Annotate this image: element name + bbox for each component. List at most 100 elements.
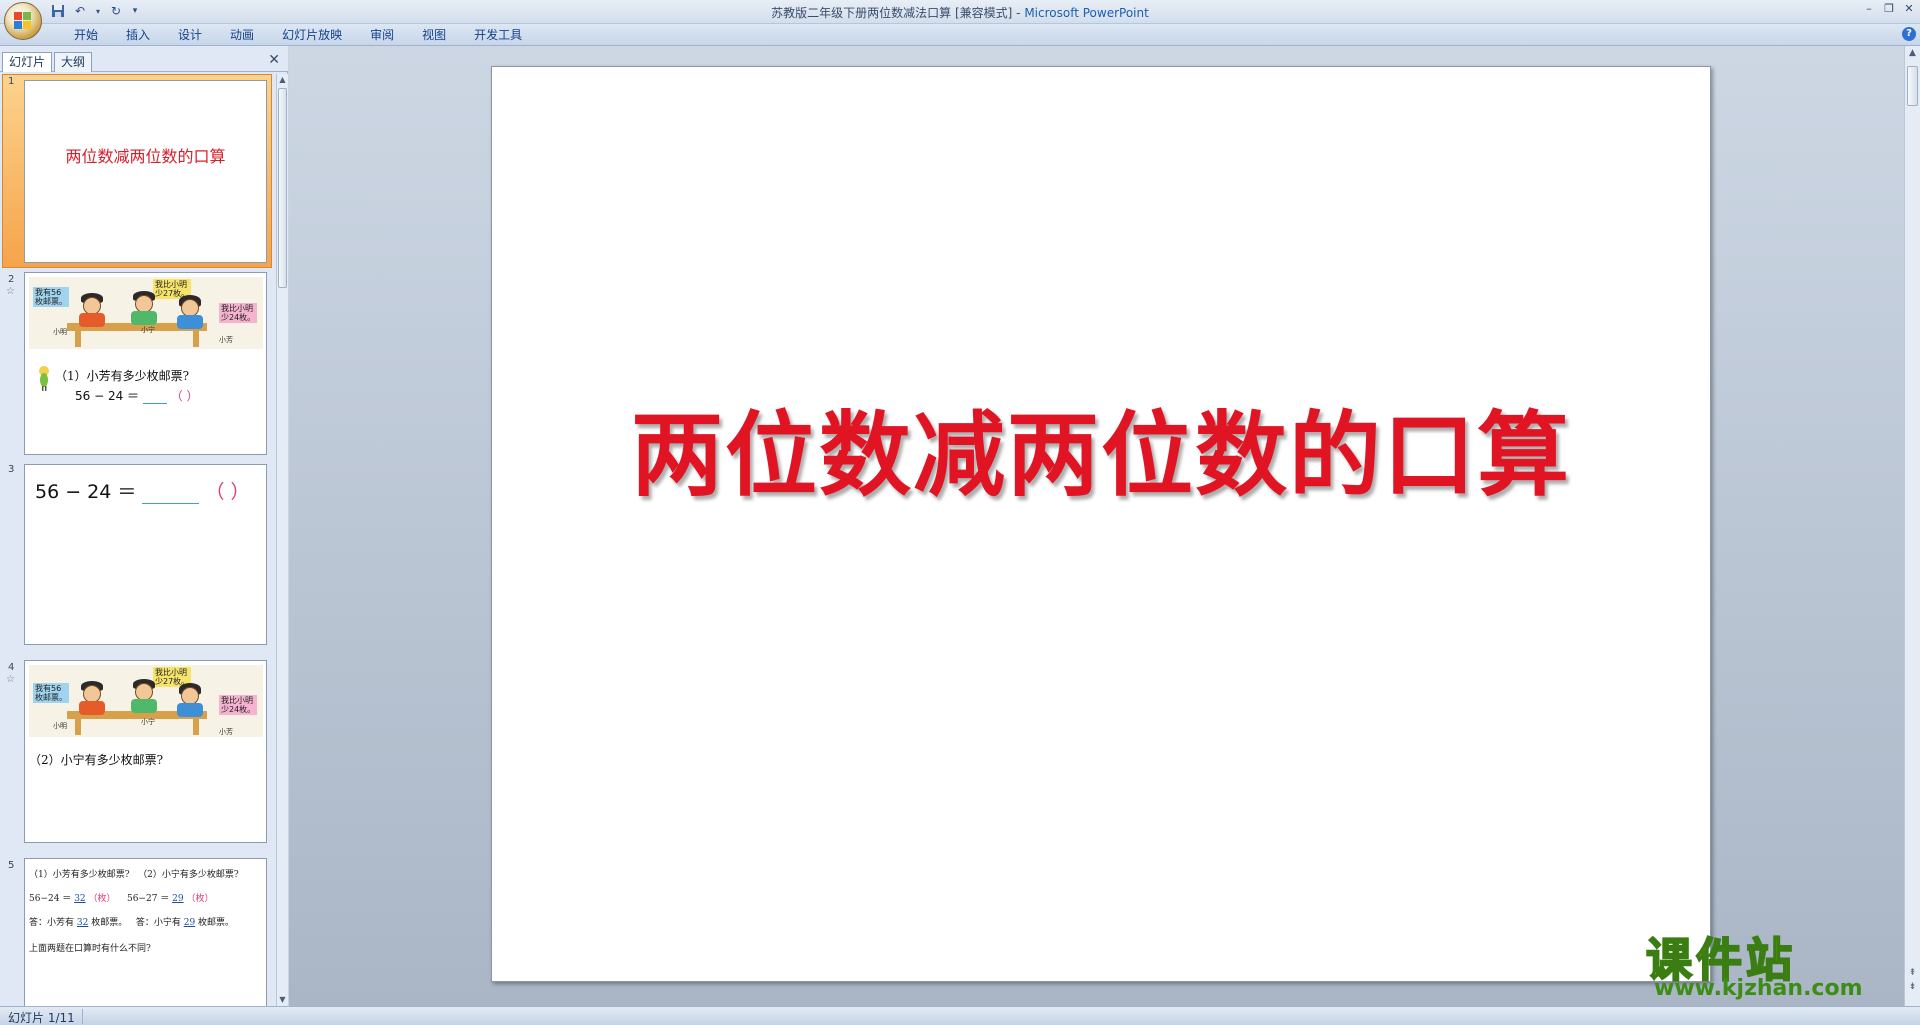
ribbon: 开始 插入 设计 动画 幻灯片放映 审阅 视图 开发工具 ? (0, 24, 1920, 46)
equation-2: 56−27 ＝ (126, 894, 170, 904)
equation-1: 56−24 ＝ (29, 894, 72, 904)
kid-body (177, 703, 203, 717)
tab-animations[interactable]: 动画 (216, 27, 268, 43)
speech-bubble: 我比小明 少24枚。 (219, 303, 258, 323)
kid-body (79, 701, 105, 715)
office-logo-icon (14, 12, 32, 30)
thumbnail-list: 1 两位数减两位数的口算 2 ☆ 我有56 枚邮票。 我比小明 少27枚。 我比… (0, 74, 274, 1006)
slide-number: 3 (8, 464, 15, 475)
previous-slide-icon[interactable]: ⇞ (1907, 968, 1918, 980)
slide-number: 4 (8, 662, 15, 673)
slides-pane: 幻灯片 大纲 ✕ 1 两位数减两位数的口算 2 ☆ 我有56 枚邮票。 我比小明… (0, 46, 288, 1006)
thumbnail-title: 两位数减两位数的口算 (65, 147, 226, 166)
thumbnail-row-5[interactable]: 5 （1）小芳有多少枚邮票? （2）小宁有多少枚邮票? 56−24 ＝ 32 （… (0, 858, 274, 1006)
tab-design[interactable]: 设计 (164, 27, 216, 43)
thumbnail-row-2[interactable]: 2 ☆ 我有56 枚邮票。 我比小明 少27枚。 我比小明 少24枚。 小明 小… (0, 272, 274, 462)
speech-bubble: 我有56 枚邮票。 (33, 287, 69, 307)
kid-body (131, 699, 157, 713)
ribbon-tabs: 开始 插入 设计 动画 幻灯片放映 审阅 视图 开发工具 (60, 27, 536, 43)
next-slide-icon[interactable]: ⇟ (1907, 982, 1918, 994)
tab-view[interactable]: 视图 (408, 27, 460, 43)
equation-row: 56 − 24 ＝ ______ （ ） (35, 477, 250, 504)
answer-value-1: 32 (76, 918, 89, 928)
text-line: 56−24 ＝ 32 （枚） 56−27 ＝ 29 （枚） (29, 891, 214, 904)
thumbnail-row-3[interactable]: 3 56 − 24 ＝ ______ （ ） (0, 462, 274, 652)
answer-value-2: 29 (183, 918, 196, 928)
text-line: 上面两题在口算时有什么不同? (29, 944, 151, 954)
scroll-up-icon[interactable]: ▲ (278, 75, 287, 85)
answer-blank: ______ (142, 481, 200, 504)
parrot-icon (37, 365, 51, 391)
speech-bubble: 我比小明 少24枚。 (219, 695, 258, 715)
title-bar: ↶ ▾ ↻ ▾ 苏教版二年级下册两位数减法口算 [兼容模式] - Microso… (0, 0, 1920, 40)
answer-tail-2: 枚邮票。 (198, 918, 235, 928)
watermark-url: www.kjzhan.com (1654, 976, 1863, 1001)
scroll-up-icon[interactable]: ▲ (1907, 48, 1918, 60)
document-title: 苏教版二年级下册两位数减法口算 [兼容模式] (771, 6, 1013, 20)
tab-insert[interactable]: 插入 (112, 27, 164, 43)
thumbnail-scrollbar[interactable]: ▲ ▼ (276, 74, 288, 1006)
slide-title[interactable]: 两位数减两位数的口算 (492, 381, 1710, 514)
editor-scrollbar[interactable]: ▲ ⇞ ⇟ (1904, 46, 1920, 1006)
answer-sentence-1: 答：小芳有 (29, 918, 75, 928)
name-label: 小芳 (219, 728, 233, 736)
slide-thumbnail-4[interactable]: 我有56 枚邮票。 我比小明 少27枚。 我比小明 少24枚。 小明 小宁 小芳… (24, 660, 267, 843)
slide-number: 2 (8, 274, 15, 285)
help-icon[interactable]: ? (1902, 27, 1916, 41)
status-bar: 幻灯片 1/11 (0, 1006, 1920, 1025)
thumbnail-row-4[interactable]: 4 ☆ 我有56 枚邮票。 我比小明 少27枚。 我比小明 少24枚。 小明 小… (0, 660, 274, 850)
office-button[interactable] (4, 2, 42, 40)
slide-thumbnail-5[interactable]: （1）小芳有多少枚邮票? （2）小宁有多少枚邮票? 56−24 ＝ 32 （枚）… (24, 858, 267, 1006)
kid-body (177, 315, 203, 329)
slide-thumbnail-2[interactable]: 我有56 枚邮票。 我比小明 少27枚。 我比小明 少24枚。 小明 小宁 小芳… (24, 272, 267, 455)
kid-body (131, 311, 157, 325)
table-leg (193, 331, 199, 347)
question-2: （2）小宁有多少枚邮票? (138, 870, 239, 880)
tab-review[interactable]: 审阅 (356, 27, 408, 43)
name-label: 小芳 (219, 336, 233, 344)
name-label: 小宁 (141, 718, 155, 726)
unit-paren: （ ） (205, 481, 250, 503)
restore-icon[interactable]: ❐ (1882, 2, 1896, 16)
equation-text: 56 − 24 ＝ (75, 389, 140, 403)
unit-paren: （ ） (170, 389, 199, 403)
status-divider (82, 1009, 83, 1024)
equation-text: 56 − 24 ＝ (35, 481, 137, 503)
tab-developer[interactable]: 开发工具 (460, 27, 536, 43)
text-line: （1）小芳有多少枚邮票? （2）小宁有多少枚邮票? (29, 867, 239, 880)
answer-blank: ____ (142, 389, 167, 404)
unit-2: （枚） (186, 894, 214, 904)
name-label: 小明 (53, 328, 67, 336)
current-slide[interactable]: 两位数减两位数的口算 (491, 66, 1711, 982)
animation-star-icon: ☆ (6, 286, 15, 297)
window-title: 苏教版二年级下册两位数减法口算 [兼容模式] - Microsoft Power… (771, 6, 1149, 20)
slide-indicator: 幻灯片 1/11 (8, 1011, 75, 1025)
pane-tabs: 幻灯片 大纲 ✕ (0, 46, 288, 72)
table-leg (193, 719, 199, 735)
app-name: Microsoft PowerPoint (1024, 6, 1149, 20)
pane-close-icon[interactable]: ✕ (268, 52, 280, 68)
tab-outline[interactable]: 大纲 (54, 52, 93, 72)
slide-thumbnail-1[interactable]: 两位数减两位数的口算 (24, 80, 267, 263)
watermark-logo: 课件站 www.kjzhan.com (1645, 924, 1896, 1001)
scroll-down-icon[interactable]: ▼ (278, 995, 287, 1005)
window-controls: – ❐ ✕ (1862, 2, 1916, 16)
speech-bubble: 我有56 枚邮票。 (33, 683, 69, 703)
close-icon[interactable]: ✕ (1902, 2, 1916, 16)
text-line: 答：小芳有 32 枚邮票。 答：小宁有 29 枚邮票。 (29, 915, 234, 928)
answer-tail-1: 枚邮票。 (91, 918, 128, 928)
scroll-thumb[interactable] (278, 88, 287, 288)
animation-star-icon: ☆ (6, 674, 15, 685)
tab-slides[interactable]: 幻灯片 (2, 52, 53, 72)
slide-thumbnail-3[interactable]: 56 − 24 ＝ ______ （ ） (24, 464, 267, 645)
kid-body (79, 313, 105, 327)
minimize-icon[interactable]: – (1862, 2, 1876, 16)
answer-sentence-2: 答：小宁有 (135, 918, 181, 928)
tab-slideshow[interactable]: 幻灯片放映 (268, 27, 356, 43)
illustration: 我有56 枚邮票。 我比小明 少27枚。 我比小明 少24枚。 小明 小宁 小芳 (29, 277, 263, 349)
slide-number: 1 (8, 76, 15, 87)
scroll-thumb[interactable] (1907, 66, 1918, 106)
tab-home[interactable]: 开始 (60, 27, 112, 43)
equation-row: 56 − 24 ＝ ____ （ ） (75, 387, 199, 404)
thumbnail-row-1[interactable]: 1 两位数减两位数的口算 (0, 74, 274, 270)
